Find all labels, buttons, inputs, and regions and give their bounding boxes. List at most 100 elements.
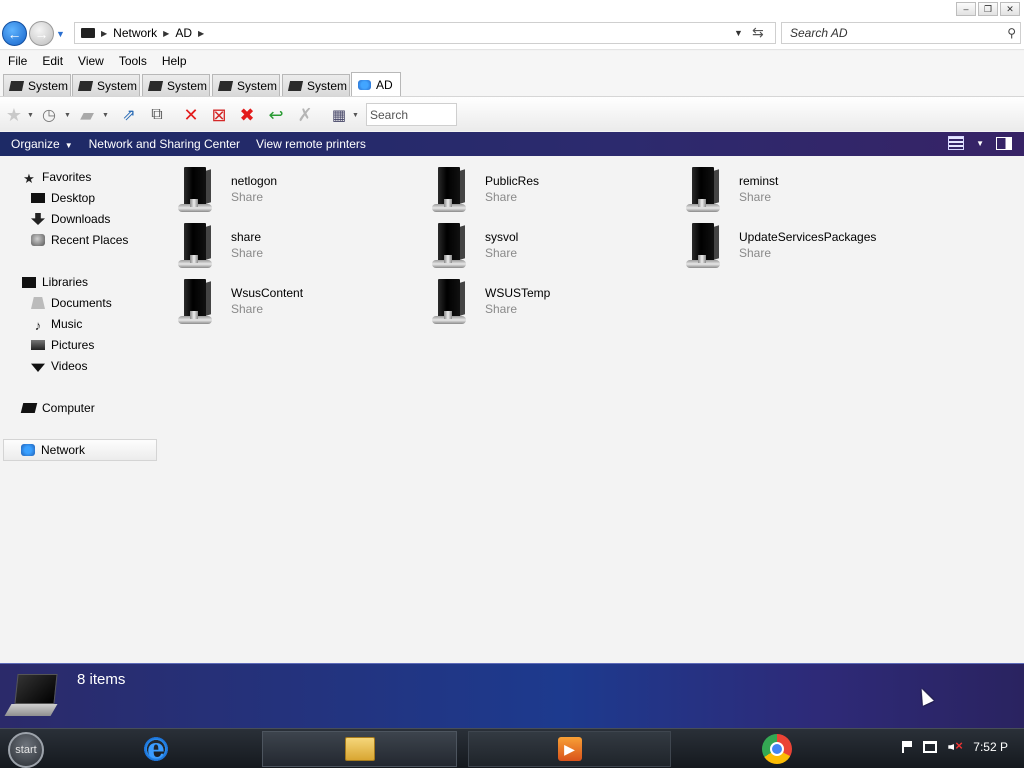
chevron-down-icon[interactable]: ▼ (27, 112, 34, 119)
nav-label: Pictures (51, 338, 95, 352)
history-icon[interactable]: ◷ (38, 104, 60, 126)
chevron-down-icon[interactable]: ▼ (64, 112, 71, 119)
view-controls: ▼ (948, 136, 1012, 150)
computer-icon (20, 403, 38, 413)
nav-label: Recent Places (51, 233, 129, 247)
tab-bar: System System System System System AD (0, 71, 1024, 96)
action-center-flag-icon[interactable] (902, 741, 913, 753)
address-dropdown-icon[interactable]: ▼ (734, 28, 743, 38)
laptop-icon (4, 674, 58, 720)
menu-edit[interactable]: Edit (42, 54, 72, 68)
network-share-icon (178, 223, 216, 269)
internet-explorer-taskbar-button[interactable]: e (134, 731, 178, 767)
toolbar-search-input[interactable]: Search (366, 103, 457, 126)
share-item-wsustemp[interactable]: WSUSTemp Share (424, 269, 664, 324)
chevron-down-icon[interactable]: ▼ (352, 112, 359, 119)
close-tabs-icon[interactable]: ✖ (236, 104, 258, 126)
nav-desktop[interactable]: Desktop (31, 189, 95, 207)
share-item-updateservicespackages[interactable]: UpdateServicesPackages Share (678, 213, 918, 268)
tab-ad[interactable]: AD (351, 72, 401, 96)
view-options-icon[interactable]: ▦ (328, 104, 350, 126)
chevron-right-icon[interactable]: ▶ (198, 29, 204, 38)
tab-system-3[interactable]: System (142, 74, 210, 96)
address-bar[interactable]: ▶ Network ▶ AD ▶ (74, 22, 776, 44)
maximize-button[interactable]: ❐ (978, 2, 998, 16)
item-type: Share (485, 246, 518, 260)
tab-system-2[interactable]: System (72, 74, 140, 96)
nav-network[interactable]: Network (21, 441, 85, 459)
delete-icon[interactable]: ✕ (180, 104, 202, 126)
tab-system-4[interactable]: System (212, 74, 280, 96)
organize-button[interactable]: Organize ▼ (11, 137, 73, 151)
preview-pane-icon[interactable] (996, 136, 1012, 150)
move-to-icon[interactable]: ⇗ (118, 104, 140, 126)
computer-icon (147, 80, 164, 91)
chevron-right-icon[interactable]: ▶ (163, 29, 169, 38)
start-button[interactable]: start (8, 732, 44, 768)
nav-libraries[interactable]: Libraries (22, 273, 88, 291)
network-icon (21, 444, 35, 456)
undo-icon[interactable]: ↩ (265, 104, 287, 126)
item-name: sysvol (485, 230, 519, 244)
item-type: Share (739, 246, 772, 260)
change-view-icon[interactable] (948, 136, 965, 150)
share-item-publicres[interactable]: PublicRes Share (424, 157, 664, 212)
breadcrumb-ad[interactable]: AD (175, 26, 192, 40)
share-item-sysvol[interactable]: sysvol Share (424, 213, 664, 268)
network-status-icon[interactable] (923, 741, 938, 753)
back-button[interactable]: ← (2, 21, 27, 46)
clock[interactable]: 7:52 P (973, 740, 1008, 754)
share-item-reminst[interactable]: reminst Share (678, 157, 918, 212)
menu-view[interactable]: View (78, 54, 113, 68)
nav-label: Videos (51, 359, 88, 373)
tab-system-1[interactable]: System (3, 74, 71, 96)
share-item-netlogon[interactable]: netlogon Share (170, 157, 410, 212)
network-sharing-center-button[interactable]: Network and Sharing Center (89, 137, 240, 151)
copy-to-icon[interactable]: ⧉ (146, 104, 168, 126)
nav-music[interactable]: ♪ Music (31, 315, 83, 333)
nav-videos[interactable]: Videos (31, 357, 87, 375)
desktop-icon (31, 193, 45, 203)
drives-icon[interactable]: ▰ (76, 104, 98, 126)
nav-favorites[interactable]: ★ Favorites (22, 168, 91, 186)
nav-downloads[interactable]: Downloads (31, 210, 110, 228)
nav-label: Computer (42, 401, 95, 415)
item-name: PublicRes (485, 174, 540, 188)
search-input[interactable]: Search AD ⚲ (781, 22, 1021, 44)
search-icon[interactable]: ⚲ (1007, 26, 1016, 40)
delete-window-icon[interactable]: ⊠ (208, 104, 230, 126)
refresh-icon[interactable]: ⇆ (752, 24, 764, 41)
item-type: Share (485, 190, 518, 204)
share-item-wsuscontent[interactable]: WsusContent Share (170, 269, 410, 324)
item-name: WSUSTemp (485, 286, 551, 300)
view-remote-printers-button[interactable]: View remote printers (256, 137, 366, 151)
tab-system-5[interactable]: System (282, 74, 350, 96)
minimize-button[interactable]: – (956, 2, 976, 16)
favorites-star-icon[interactable]: ★ (3, 104, 25, 126)
computer-icon (217, 80, 234, 91)
media-player-taskbar-button[interactable]: ▶ (468, 731, 671, 767)
menu-file[interactable]: File (8, 54, 36, 68)
chevron-right-icon[interactable]: ▶ (101, 29, 107, 38)
menu-tools[interactable]: Tools (119, 54, 156, 68)
chevron-down-icon[interactable]: ▼ (102, 112, 109, 119)
network-share-icon (432, 223, 470, 269)
nav-computer[interactable]: Computer (20, 399, 95, 417)
volume-muted-icon[interactable] (948, 738, 963, 753)
windows-explorer-taskbar-button[interactable] (262, 731, 457, 767)
nav-documents[interactable]: Documents (31, 294, 112, 312)
network-share-icon (178, 279, 216, 325)
nav-recent-places[interactable]: Recent Places (31, 231, 128, 249)
chrome-taskbar-button[interactable] (756, 731, 798, 767)
menu-help[interactable]: Help (162, 54, 196, 68)
redo-icon[interactable]: ✗ (294, 104, 316, 126)
breadcrumb-network[interactable]: Network (113, 26, 157, 40)
chevron-down-icon[interactable]: ▼ (976, 139, 984, 148)
close-button[interactable]: ✕ (1000, 2, 1020, 16)
nav-label: Favorites (42, 170, 92, 184)
nav-pictures[interactable]: Pictures (31, 336, 94, 354)
recent-pages-dropdown[interactable]: ▼ (56, 29, 65, 39)
share-item-share[interactable]: share Share (170, 213, 410, 268)
forward-button[interactable]: → (29, 21, 54, 46)
network-share-icon (686, 167, 724, 213)
